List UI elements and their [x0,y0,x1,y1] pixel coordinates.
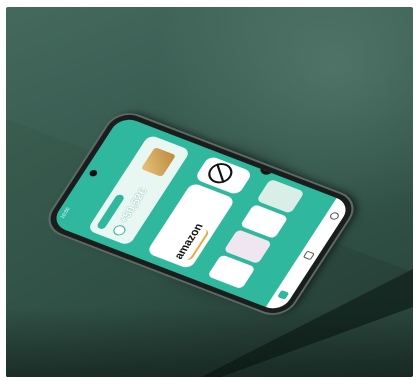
profile-icon[interactable] [328,211,341,221]
coin-icon [111,223,128,237]
no-sign-icon [203,159,237,187]
gift-box-icon [140,147,177,177]
scan-icon[interactable] [302,250,315,261]
status-time: 10:00 [59,206,72,220]
home-icon[interactable] [277,289,290,300]
bottom-fade [6,307,413,377]
balance-value: +50,52€ [116,186,151,225]
image-frame: 10:00 +50,52€ amazon € [0,0,419,381]
front-camera [88,168,99,178]
product-photo: 10:00 +50,52€ amazon € [6,7,413,377]
